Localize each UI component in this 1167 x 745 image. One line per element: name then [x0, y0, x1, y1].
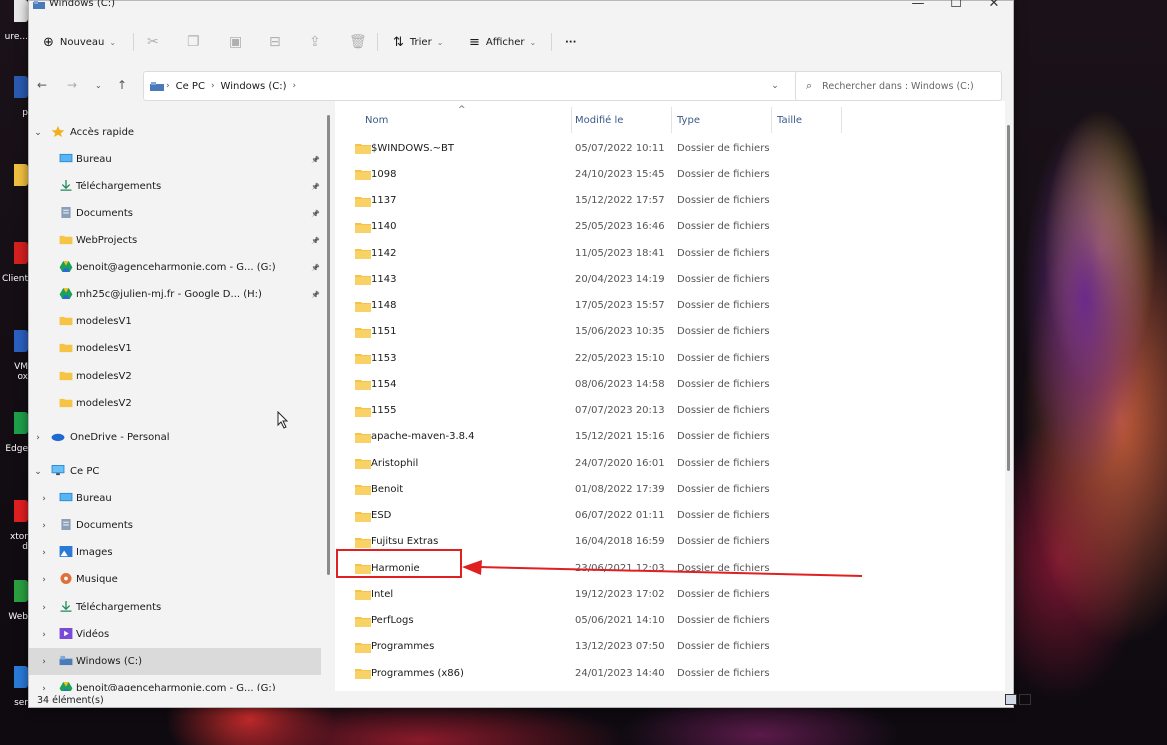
annotation-arrow: [462, 560, 863, 577]
